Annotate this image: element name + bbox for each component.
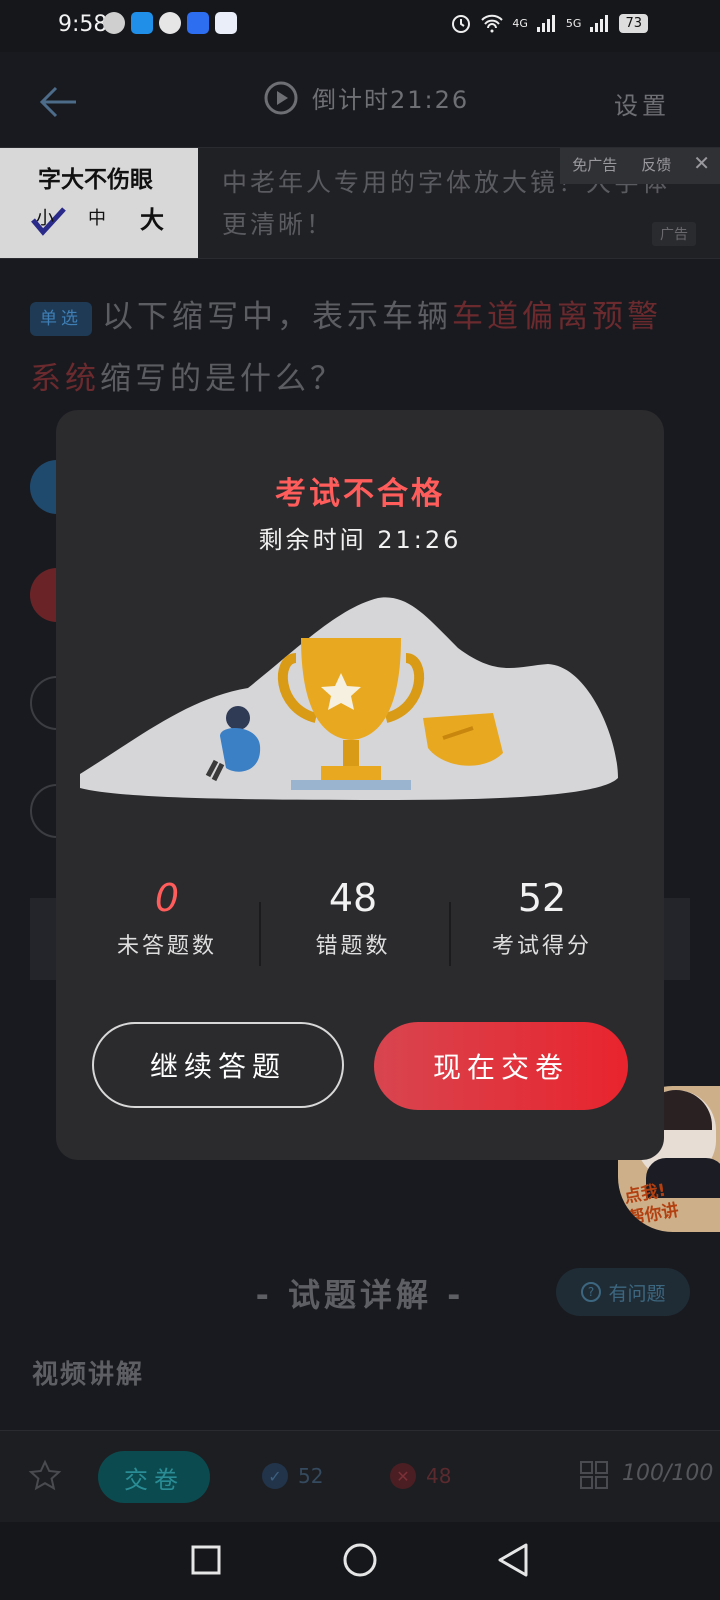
ad-controls: 免广告 反馈 ✕ [560, 148, 720, 184]
remaining-time: 剩余时间 21:26 [258, 526, 462, 554]
grid-icon[interactable] [580, 1461, 608, 1489]
wrong-answers-count: 48 [328, 876, 378, 920]
exam-score: 52 [517, 876, 567, 920]
exam-result-dialog: 考试不合格 剩余时间 21:26 0 未答题数 48 错题数 52 考试得分 继… [56, 410, 664, 1160]
back-arrow-icon[interactable] [38, 82, 78, 122]
ad-label: 广告 [652, 222, 696, 246]
app-icon [131, 12, 153, 34]
report-issue-label: 有问题 [608, 1282, 666, 1305]
system-nav-bar [0, 1522, 720, 1600]
signal-icon-2 [590, 15, 609, 32]
cross-circle-icon: ✕ [390, 1463, 416, 1489]
signal-icon [536, 15, 555, 32]
question-type-badge: 单选 [30, 301, 92, 336]
svg-text:?: ? [588, 1285, 594, 1299]
alarm-icon [452, 15, 471, 33]
question-text-before: 以下缩写中，表示车辆 [102, 299, 452, 335]
play-icon [264, 81, 298, 114]
video-explanation-label: 视频讲解 [32, 1360, 145, 1390]
unanswered-label: 未答题数 [116, 934, 217, 959]
notification-icons [103, 12, 237, 34]
ad-size-large: 大 [140, 206, 164, 234]
submit-now-button[interactable]: 现在交卷 [374, 1022, 628, 1110]
star-icon[interactable] [28, 1459, 62, 1493]
continue-answering-button[interactable]: 继续答题 [92, 1022, 344, 1108]
back-icon[interactable] [496, 1542, 530, 1578]
ad-thumb-title: 字大不伤眼 [38, 167, 153, 193]
ad-close-icon[interactable]: ✕ [683, 148, 720, 184]
helper-text: 点我! 帮你讲 [623, 1178, 681, 1230]
battery-indicator: 73 [619, 13, 648, 33]
question-icon: ? [581, 1282, 602, 1302]
ad-thumbnail: 字大不伤眼 小 中 大 [0, 148, 198, 258]
bottom-toolbar: 交卷 ✓ 52 ✕ 48 100/100 [0, 1430, 720, 1523]
network-5g: 5G [565, 16, 582, 30]
settings-button[interactable]: 设置 [614, 86, 670, 121]
unanswered-count: 0 [154, 876, 180, 920]
wifi-icon [481, 14, 504, 33]
question-text-after: 缩写的是什么？ [100, 361, 345, 397]
status-right: 4G 5G 73 [450, 12, 648, 34]
report-issue-button[interactable]: ? 有问题 [556, 1268, 690, 1316]
check-circle-icon: ✓ [262, 1463, 288, 1489]
status-time: 9:58 [58, 12, 108, 37]
question-progress[interactable]: 100/100 [622, 1461, 713, 1486]
stat-score: 52 考试得分 [441, 876, 643, 960]
wechat-icon [103, 12, 125, 34]
ad-banner[interactable]: 字大不伤眼 小 中 大 中老年人专用的字体放大镜！大字体更清晰！ 免广告 反馈 … [0, 148, 720, 259]
wrong-answers-label: 错题数 [315, 934, 391, 959]
network-4g: 4G [512, 16, 528, 30]
correct-count: ✓ 52 [262, 1463, 323, 1489]
ad-feedback-button[interactable]: 反馈 [629, 148, 684, 184]
home-icon[interactable] [342, 1542, 378, 1578]
ad-size-medium: 中 [88, 208, 106, 229]
wrong-count-value: 48 [426, 1464, 452, 1488]
submit-exam-button[interactable]: 交卷 [98, 1451, 210, 1503]
remove-ad-button[interactable]: 免广告 [560, 148, 630, 184]
exam-result-title: 考试不合格 [275, 476, 445, 512]
correct-count-value: 52 [298, 1464, 324, 1488]
qq-icon [159, 12, 181, 34]
status-bar: 9:58 4G 5G 73 [0, 0, 720, 52]
ad-size-small: 小 [36, 208, 54, 229]
stat-wrong: 48 错题数 [252, 876, 454, 960]
browser-icon [215, 12, 237, 34]
exam-stats: 0 未答题数 48 错题数 52 考试得分 [56, 876, 664, 986]
bulb-app-icon [187, 12, 209, 34]
exam-score-label: 考试得分 [491, 934, 592, 959]
question-text: 单选 以下缩写中，表示车辆车道偏离预警系统缩写的是什么？ [30, 286, 690, 410]
top-app-bar: 倒计时21:26 设置 [0, 52, 720, 148]
wrong-count: ✕ 48 [390, 1463, 451, 1489]
recent-apps-icon[interactable] [190, 1544, 222, 1576]
countdown-timer[interactable]: 倒计时21:26 [264, 80, 469, 115]
stat-unanswered: 0 未答题数 [66, 876, 268, 960]
failed-trophy-illustration [80, 597, 618, 800]
countdown-text: 倒计时21:26 [312, 86, 470, 114]
